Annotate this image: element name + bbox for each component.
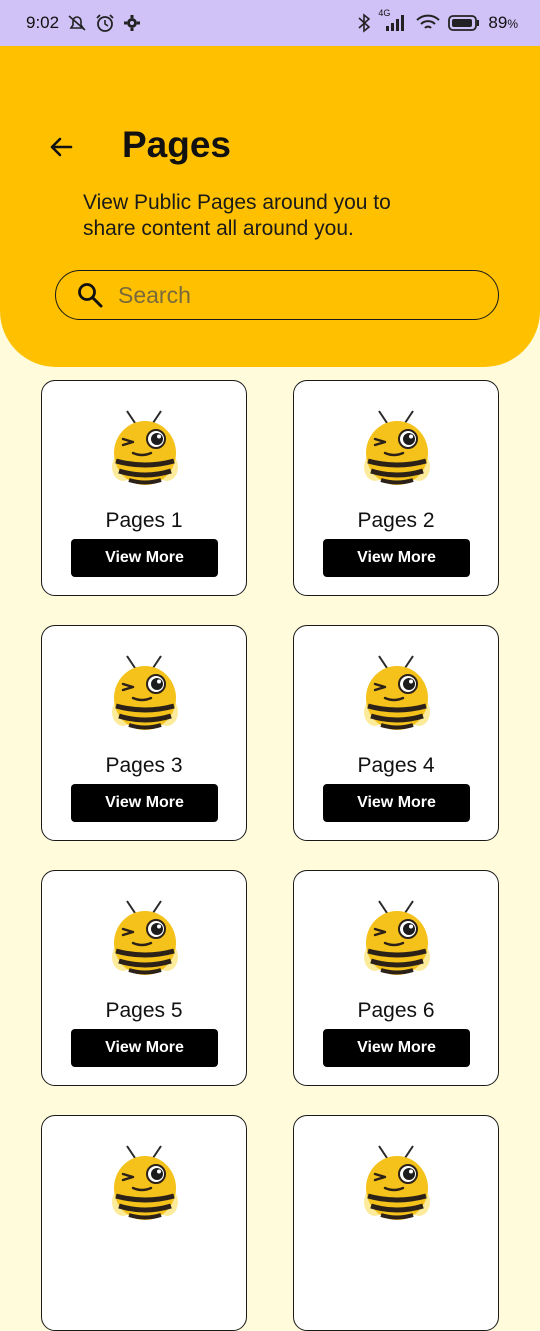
page-card-label: Pages 5 [105, 999, 183, 1022]
pages-grid: Pages 1 View More Pages 2 View More Page… [41, 380, 499, 1331]
page-card-2[interactable]: Pages 2 View More [293, 380, 499, 596]
signal-icon: 4G [378, 8, 408, 32]
page-header: Pages View Public Pages around you to sh… [0, 46, 540, 367]
battery-level: 89% [488, 13, 518, 32]
back-button[interactable] [44, 130, 78, 164]
search-icon [78, 283, 103, 308]
view-more-button[interactable]: View More [323, 1029, 470, 1067]
page-card-5[interactable]: Pages 5 View More [41, 870, 247, 1086]
bee-mascot-icon [112, 900, 178, 975]
bee-mascot-icon [364, 900, 430, 975]
page-card-1[interactable]: Pages 1 View More [41, 380, 247, 596]
battery-icon [448, 15, 480, 31]
bluetooth-icon [358, 13, 371, 33]
view-more-button[interactable]: View More [323, 539, 470, 577]
page-card-label: Pages 3 [105, 754, 183, 777]
bee-mascot-icon [112, 655, 178, 730]
page-card-4[interactable]: Pages 4 View More [293, 625, 499, 841]
view-more-button[interactable]: View More [71, 1029, 218, 1067]
status-bar: 9:02 4G 89% [0, 0, 540, 46]
view-more-button[interactable]: View More [71, 539, 218, 577]
bee-mascot-icon [112, 1145, 178, 1220]
status-time: 9:02 [26, 13, 60, 32]
bee-mascot-icon [364, 1145, 430, 1220]
page-card-7[interactable] [41, 1115, 247, 1331]
page-card-label: Pages 1 [105, 509, 183, 532]
bee-mascot-icon [112, 410, 178, 485]
page-subtitle: View Public Pages around you to share co… [83, 191, 391, 240]
page-card-label: Pages 6 [357, 999, 435, 1022]
settings-icon [123, 14, 141, 32]
bee-mascot-icon [364, 410, 430, 485]
search-input[interactable] [118, 281, 458, 309]
muted-notifications-icon [67, 14, 87, 32]
arrow-left-icon [50, 137, 73, 157]
network-type-label: 4G [378, 8, 391, 18]
view-more-button[interactable]: View More [71, 784, 218, 822]
wifi-icon [416, 14, 441, 32]
page-card-label: Pages 4 [357, 754, 435, 777]
page-card-label: Pages 2 [357, 509, 435, 532]
page-title: Pages [122, 124, 232, 165]
page-card-3[interactable]: Pages 3 View More [41, 625, 247, 841]
search-bar[interactable] [55, 270, 499, 320]
page-card-8[interactable] [293, 1115, 499, 1331]
alarm-icon [95, 13, 115, 33]
page-card-6[interactable]: Pages 6 View More [293, 870, 499, 1086]
bee-mascot-icon [364, 655, 430, 730]
view-more-button[interactable]: View More [323, 784, 470, 822]
